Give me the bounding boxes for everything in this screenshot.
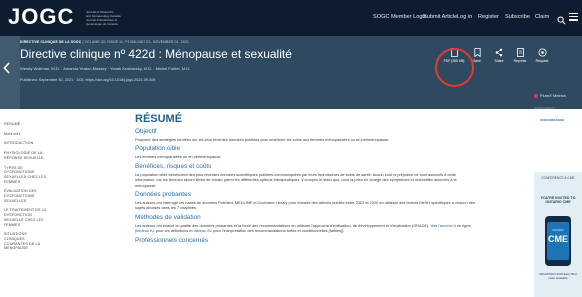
save-icon xyxy=(473,48,481,57)
section-navigation: RÉSUMÉ Mots clés INTRODUCTION PHYSIOLOGI… xyxy=(4,122,48,256)
journal-subtitle: Journal of Obstetrics and Gynaecology Ca… xyxy=(86,10,144,26)
article-title: Directive clinique nº 422d : Ménopause e… xyxy=(20,47,292,61)
login-link[interactable]: Log in xyxy=(457,14,472,20)
ad-phone-image: ONTARIO CME xyxy=(545,216,571,266)
validation-text-part: pour les définitions et xyxy=(154,228,194,234)
pdf-highlight-circle xyxy=(435,48,474,87)
advertisement-banner[interactable]: CONCORDANCE CONFERENCE & CME YOU'RE INVI… xyxy=(534,112,582,297)
annexe-a-link[interactable]: l'annexe A xyxy=(438,223,456,228)
validation-text-part: pour l'interprétation des recommandation… xyxy=(212,228,345,234)
abstract-heading: RÉSUMÉ xyxy=(135,113,183,125)
ad-cme-subtitle: ONTARIO xyxy=(552,229,564,232)
submit-article-link[interactable]: Submit Article xyxy=(423,14,457,20)
tableau-a2-link[interactable]: tableau A2 xyxy=(194,228,212,233)
claim-link[interactable]: Claim xyxy=(535,14,549,20)
reprints-label: Reprints xyxy=(513,59,527,63)
ad-tagline: CONFERENCE & CME xyxy=(541,176,575,180)
section-heading-benefices: Bénéfices, risques et coûts xyxy=(135,162,212,170)
share-icon xyxy=(495,48,503,57)
share-button[interactable]: Share xyxy=(488,48,510,63)
ad-phone-screen: ONTARIO CME xyxy=(547,222,569,260)
register-link[interactable]: Register xyxy=(478,14,499,20)
request-button[interactable]: Request xyxy=(531,48,553,63)
share-label: Share xyxy=(494,59,504,63)
plumx-icon xyxy=(534,93,538,98)
ad-cme-title: CME xyxy=(548,234,568,244)
section-text-benefices: La population cible bénéficiera des plus… xyxy=(135,171,457,188)
advertisement-label: ADVERTISEMENT xyxy=(534,107,556,110)
subscribe-link[interactable]: Subscribe xyxy=(505,14,530,20)
request-icon xyxy=(538,48,546,57)
reprints-button[interactable]: Reprints xyxy=(509,48,531,63)
section-heading-population: Population cible xyxy=(135,145,181,153)
search-icon[interactable] xyxy=(557,12,566,25)
journal-subtitle-line: gynécologie du Canada xyxy=(86,22,118,26)
nav-item-traitement[interactable]: LE TRAITEMENT DE LA DYSFONCTION SEXUELLE… xyxy=(4,208,48,227)
ad-invite-text: YOU'RE INVITED TO ONTARIO CME xyxy=(540,196,576,205)
ad-register-text: REGISTER NOW Early Bird rates available xyxy=(539,272,577,280)
section-text-donnees: Les auteurs ont interrogé les bases de d… xyxy=(135,200,475,211)
request-label: Request xyxy=(535,59,549,63)
section-text-validation: Les auteurs ont évalué la qualité des do… xyxy=(135,223,477,234)
section-heading-objectif: Objectif xyxy=(135,128,157,135)
tableau-a1-link[interactable]: tableau A1 xyxy=(136,228,154,233)
nav-item-situations-cliniques[interactable]: SITUATIONS CLINIQUES COURANTES DE LA MÉN… xyxy=(4,232,48,251)
article-body: RÉSUMÉ Objectif Proposer des stratégies … xyxy=(135,113,477,246)
validation-text-part: Les auteurs ont évalué la qualité des do… xyxy=(135,222,439,228)
reprints-icon xyxy=(516,48,524,57)
publication-info: Published: September 30, 2021 · DOI: htt… xyxy=(20,78,156,82)
ad-logo: CONCORDANCE xyxy=(540,118,564,122)
nav-item-evaluation[interactable]: ÉVALUATION DES DYSFONCTIONS SEXUELLES xyxy=(4,189,48,203)
section-heading-donnees: Données probantes xyxy=(135,191,191,199)
nav-item-mots-cles[interactable]: Mots clés xyxy=(4,132,48,137)
sogc-member-login-link[interactable]: SOGC Member Login xyxy=(373,14,427,20)
nav-item-resume[interactable]: RÉSUMÉ xyxy=(4,122,48,127)
nav-item-types-dysfonctions[interactable]: TYPES DE DYSFONCTIONS SEXUELLES CHEZ LES… xyxy=(4,166,48,185)
volume-issue: | VOLUME 43, ISSUE 11, P1348-1367.E1, NO… xyxy=(81,40,190,44)
plumx-label: PlumX Metrics xyxy=(540,93,566,98)
chevron-left-icon xyxy=(3,62,13,76)
article-header: DIRECTIVE CLINIQUE DE LA SOGC | VOLUME 4… xyxy=(0,36,582,109)
section-text-population: Les femmes ménopausées ou en périménopau… xyxy=(135,154,222,160)
ad-top-panel: CONCORDANCE xyxy=(534,112,582,172)
plumx-metrics-link[interactable]: PlumX Metrics xyxy=(534,93,566,98)
section-heading-validation: Méthodes de validation xyxy=(135,213,201,221)
top-navigation-bar: JOGC Journal of Obstetrics and Gynaecolo… xyxy=(0,0,582,36)
section-text-objectif: Proposer des stratégies fondées sur les … xyxy=(135,137,390,142)
nav-item-physiologie[interactable]: PHYSIOLOGIE DE LA RÉPONSE SEXUELLE xyxy=(4,151,48,160)
article-type: DIRECTIVE CLINIQUE DE LA SOGC xyxy=(20,40,82,44)
author-list[interactable]: Wendy Wolfman, M.D. · Amanda Yeaton-Mass… xyxy=(20,66,190,71)
previous-article-button[interactable] xyxy=(0,36,20,109)
nav-item-introduction[interactable]: INTRODUCTION xyxy=(4,141,48,146)
jogc-logo[interactable]: JOGC xyxy=(8,4,74,30)
section-heading-professionnels: Professionnels concernés xyxy=(135,236,209,244)
article-kicker: DIRECTIVE CLINIQUE DE LA SOGC | VOLUME 4… xyxy=(20,40,189,44)
menu-icon[interactable] xyxy=(569,13,578,21)
